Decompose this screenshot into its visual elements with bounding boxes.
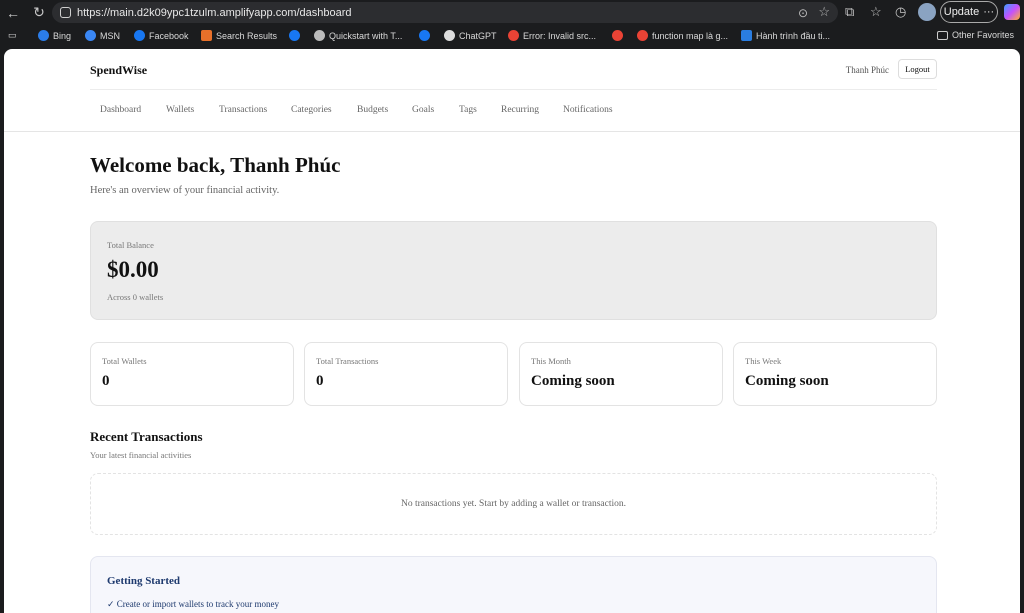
balance-amount: $0.00 [107, 257, 159, 282]
update-label: Update [943, 6, 980, 18]
bookmark-search-results[interactable]: Search Results [201, 30, 277, 41]
bookmark-google[interactable] [612, 30, 623, 41]
extensions-icon[interactable]: ⧉ [845, 4, 854, 20]
brand-logo[interactable]: SpendWise [90, 63, 147, 78]
nav-wallets[interactable]: Wallets [166, 105, 194, 115]
bing-icon [38, 30, 49, 41]
stat-value: 0 [316, 373, 324, 389]
balance-subtext: Across 0 wallets [107, 292, 164, 302]
getting-started-item: ✓ Create or import wallets to track your… [107, 599, 279, 609]
nav-notifications[interactable]: Notifications [563, 105, 613, 115]
url-text: https://main.d2k09ypc1tzulm.amplifyapp.c… [77, 6, 352, 19]
favorite-star-icon[interactable]: ☆ [818, 4, 830, 20]
stat-card-transactions: Total Transactions 0 [304, 342, 508, 406]
stat-card-this-week: This Week Coming soon [733, 342, 937, 406]
getting-started-card: Getting Started ✓ Create or import walle… [90, 556, 937, 613]
app-header: SpendWise Thanh Phúc Logout [90, 49, 937, 90]
stat-value: Coming soon [745, 373, 829, 389]
facebook-icon [134, 30, 145, 41]
copilot-icon[interactable] [1004, 4, 1020, 20]
total-balance-card: Total Balance $0.00 Across 0 wallets [90, 221, 937, 320]
bookmark-error[interactable]: Error: Invalid src... [508, 30, 596, 41]
back-icon[interactable]: ← [0, 0, 26, 25]
more-icon[interactable]: ⊙ [798, 6, 808, 20]
google-icon [508, 30, 519, 41]
user-name: Thanh Phúc [845, 65, 889, 75]
stat-card-wallets: Total Wallets 0 [90, 342, 294, 406]
nav-dashboard[interactable]: Dashboard [100, 105, 141, 115]
empty-state-text: No transactions yet. Start by adding a w… [400, 499, 627, 509]
balance-label: Total Balance [107, 240, 154, 250]
google-icon [637, 30, 648, 41]
address-bar[interactable]: https://main.d2k09ypc1tzulm.amplifyapp.c… [52, 2, 838, 23]
refresh-icon[interactable]: ↻ [26, 0, 52, 25]
bookmark-hanh-trinh[interactable]: Hành trình đầu ti... [741, 30, 830, 41]
folder-icon [936, 30, 948, 40]
other-favorites[interactable]: Other Favorites [936, 30, 1014, 40]
transactions-empty-state: No transactions yet. Start by adding a w… [90, 473, 937, 535]
browser-toolbar: ← ↻ https://main.d2k09ypc1tzulm.amplifya… [0, 0, 1024, 25]
nav-categories[interactable]: Categories [291, 105, 332, 115]
recent-transactions-title: Recent Transactions [90, 429, 203, 444]
recent-transactions-subtitle: Your latest financial activities [90, 450, 192, 460]
profile-avatar[interactable] [918, 3, 936, 21]
bookmark-bing[interactable]: Bing [38, 30, 71, 41]
update-button[interactable]: Update ··· [940, 1, 998, 23]
bookmark-facebook-3[interactable] [419, 30, 430, 41]
bookmark-icon [741, 30, 752, 41]
facebook-icon [289, 30, 300, 41]
bookmarks-bar: ▭ Bing MSN Facebook Search Results Quick… [0, 26, 1024, 48]
google-icon [612, 30, 623, 41]
bookmark-facebook[interactable]: Facebook [134, 30, 189, 41]
stat-value: Coming soon [531, 373, 615, 389]
logout-button[interactable]: Logout [898, 59, 937, 79]
history-icon[interactable]: ◷ [895, 4, 906, 20]
update-more: ··· [983, 6, 995, 18]
quickstart-icon [314, 30, 325, 41]
bookmark-chatgpt[interactable]: ChatGPT [444, 30, 497, 41]
favorites-icon[interactable]: ☆ [870, 4, 882, 20]
stat-value: 0 [102, 373, 110, 389]
nav-goals[interactable]: Goals [412, 105, 434, 115]
tab-actions-icon[interactable]: ▭ [8, 30, 17, 41]
stat-card-this-month: This Month Coming soon [519, 342, 723, 406]
nav-tags[interactable]: Tags [459, 105, 477, 115]
site-info-icon[interactable] [60, 7, 71, 18]
search-results-icon [201, 30, 212, 41]
bookmark-function-map[interactable]: function map là g... [637, 30, 728, 41]
nav-recurring[interactable]: Recurring [501, 105, 539, 115]
page-title: Welcome back, Thanh Phúc [90, 153, 341, 177]
main-nav: Dashboard Wallets Transactions Categorie… [4, 90, 1020, 132]
msn-icon [85, 30, 96, 41]
bookmark-msn[interactable]: MSN [85, 30, 120, 41]
stat-label: This Month [531, 356, 571, 366]
nav-budgets[interactable]: Budgets [357, 105, 388, 115]
facebook-icon [419, 30, 430, 41]
stat-label: Total Transactions [316, 356, 379, 366]
nav-transactions[interactable]: Transactions [219, 105, 267, 115]
bookmark-facebook-2[interactable] [289, 30, 300, 41]
chatgpt-icon [444, 30, 455, 41]
page-subtitle: Here's an overview of your financial act… [90, 185, 280, 196]
stat-label: This Week [745, 356, 782, 366]
page-content: SpendWise Thanh Phúc Logout Dashboard Wa… [4, 49, 1020, 613]
getting-started-title: Getting Started [107, 575, 181, 587]
bookmark-quickstart[interactable]: Quickstart with T... [314, 30, 402, 41]
stat-label: Total Wallets [102, 356, 147, 366]
